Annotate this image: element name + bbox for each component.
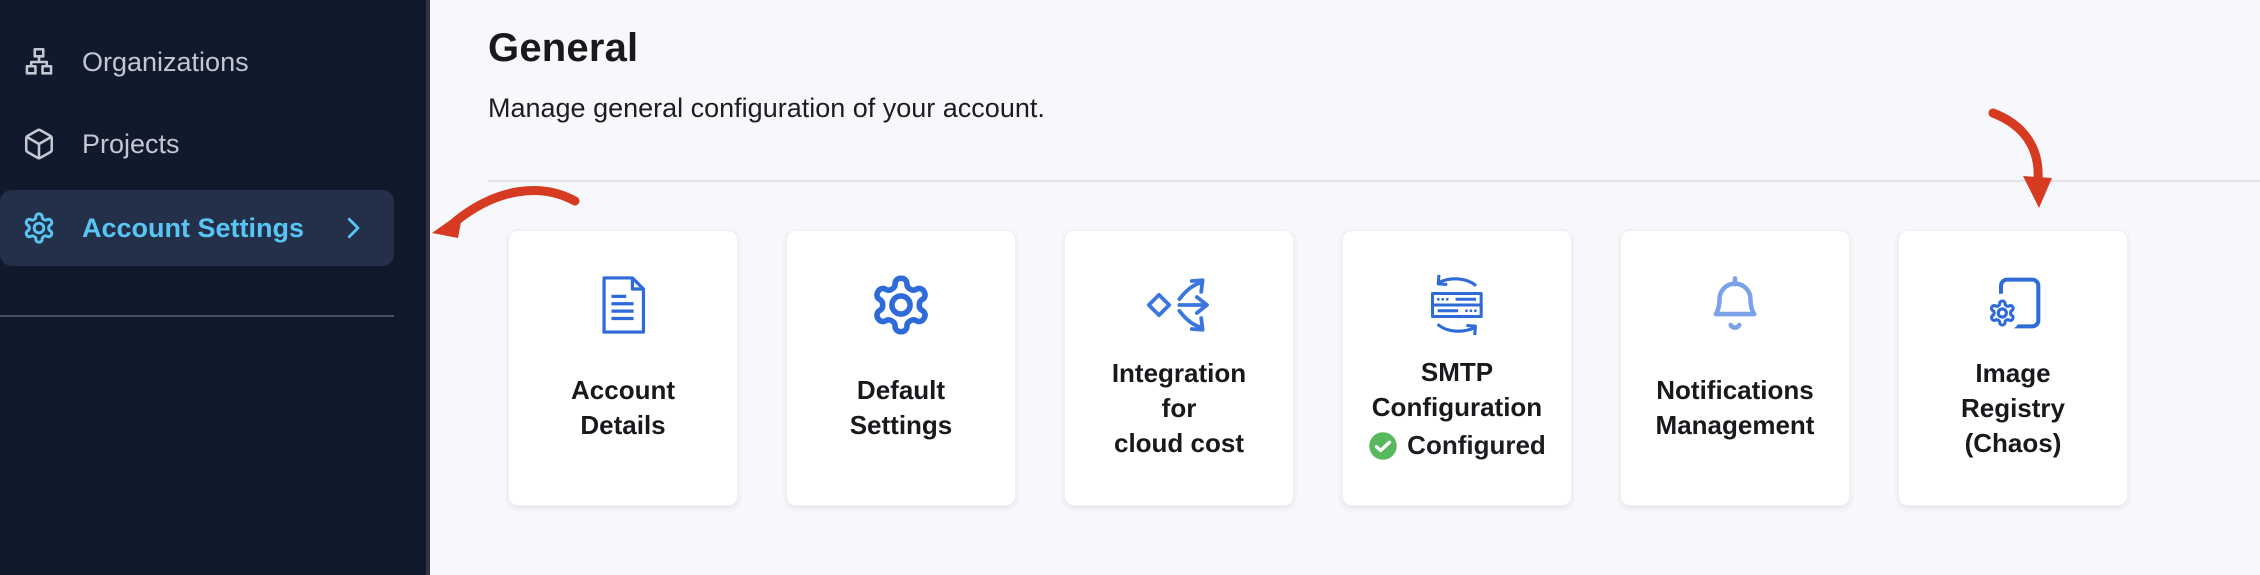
- sidebar: Organizations Projects Account Settings: [0, 0, 430, 575]
- status-badge: Configured: [1368, 430, 1546, 461]
- sidebar-item-label: Account Settings: [82, 213, 304, 244]
- page-subtitle: Manage general configuration of your acc…: [488, 92, 2260, 124]
- card-integration-cloud-cost[interactable]: Integrationforcloud cost: [1064, 230, 1294, 506]
- cube-icon: [22, 127, 56, 161]
- card-label-line: Registry: [1961, 391, 2065, 426]
- gear-icon: [22, 211, 56, 245]
- main-content: General Manage general configuration of …: [430, 0, 2260, 575]
- card-label-line: Image: [1975, 356, 2050, 391]
- page-title: General: [488, 26, 2260, 70]
- card-image-registry-chaos[interactable]: ImageRegistry(Chaos): [1898, 230, 2128, 506]
- sidebar-item-organizations[interactable]: Organizations: [0, 26, 390, 98]
- gear-icon: [869, 273, 933, 337]
- status-label: Configured: [1407, 430, 1546, 461]
- card-label-line: SMTP: [1421, 355, 1493, 390]
- smtp-icon: [1421, 273, 1493, 337]
- card-label: DefaultSettings: [850, 337, 953, 505]
- document-icon: [593, 273, 652, 337]
- card-label: ImageRegistry(Chaos): [1961, 337, 2065, 505]
- sidebar-nav: Organizations Projects Account Settings: [0, 26, 426, 266]
- card-label-line: Management: [1656, 408, 1815, 443]
- image-registry-icon: [1981, 273, 2045, 337]
- app-window: Organizations Projects Account Settings Ge…: [0, 0, 2260, 575]
- card-notifications-management[interactable]: NotificationsManagement: [1620, 230, 1850, 506]
- chevron-right-icon: [338, 213, 368, 243]
- card-label-line: Account: [571, 373, 675, 408]
- sidebar-item-label: Organizations: [82, 47, 249, 78]
- card-label-line: for: [1162, 391, 1197, 426]
- sidebar-item-projects[interactable]: Projects: [0, 108, 390, 180]
- card-label: AccountDetails: [571, 337, 675, 505]
- card-label-line: Configuration: [1372, 390, 1542, 425]
- content-divider: [488, 180, 2260, 182]
- card-label-line: Settings: [850, 408, 953, 443]
- card-label-line: Integration: [1112, 356, 1246, 391]
- sidebar-divider: [0, 315, 394, 317]
- bell-icon: [1703, 273, 1767, 337]
- card-label-line: Details: [580, 408, 665, 443]
- card-label-line: (Chaos): [1965, 426, 2062, 461]
- check-circle-icon: [1368, 431, 1398, 461]
- card-label-line: cloud cost: [1114, 426, 1244, 461]
- sidebar-item-account-settings[interactable]: Account Settings: [0, 190, 394, 266]
- integration-icon: [1143, 273, 1216, 337]
- card-label: Integrationforcloud cost: [1112, 337, 1246, 505]
- card-label-line: Notifications: [1656, 373, 1813, 408]
- org-chart-icon: [22, 45, 56, 79]
- card-label-line: Default: [857, 373, 945, 408]
- card-label: SMTPConfiguration Configured: [1368, 337, 1546, 505]
- settings-cards-row: AccountDetails DefaultSettings Integration…: [508, 230, 2260, 506]
- card-account-details[interactable]: AccountDetails: [508, 230, 738, 506]
- sidebar-item-label: Projects: [82, 129, 180, 160]
- card-default-settings[interactable]: DefaultSettings: [786, 230, 1016, 506]
- card-label: NotificationsManagement: [1656, 337, 1815, 505]
- card-smtp-configuration[interactable]: SMTPConfiguration Configured: [1342, 230, 1572, 506]
